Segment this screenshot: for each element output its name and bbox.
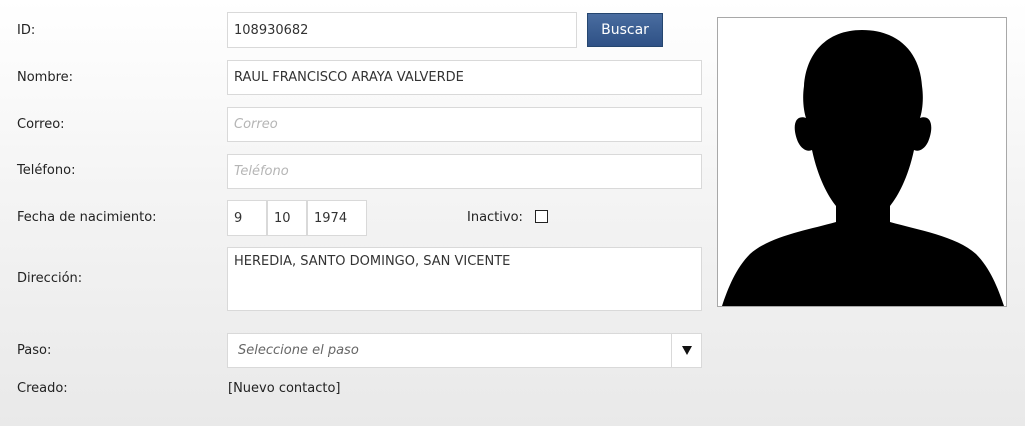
creado-value: [Nuevo contacto]	[228, 381, 341, 396]
search-button[interactable]: Buscar	[587, 13, 663, 47]
person-silhouette-icon	[722, 30, 1004, 306]
id-label: ID:	[17, 23, 36, 38]
telefono-input[interactable]	[227, 154, 702, 189]
direccion-textarea[interactable]: HEREDIA, SANTO DOMINGO, SAN VICENTE	[227, 247, 702, 311]
nombre-input[interactable]	[227, 60, 702, 95]
dropdown-arrow-icon[interactable]	[671, 334, 701, 367]
inactivo-checkbox[interactable]	[535, 210, 548, 223]
correo-label: Correo:	[17, 117, 65, 132]
id-input[interactable]	[227, 12, 577, 48]
direccion-label: Dirección:	[17, 271, 83, 286]
birth-day-input[interactable]	[227, 200, 267, 236]
creado-label: Creado:	[17, 381, 68, 396]
fecha-nacimiento-label: Fecha de nacimiento:	[17, 210, 157, 225]
nombre-label: Nombre:	[17, 70, 74, 85]
birth-year-input[interactable]	[307, 200, 367, 236]
birth-month-input[interactable]	[267, 200, 307, 236]
paso-select[interactable]: Seleccione el paso	[227, 333, 702, 368]
profile-photo[interactable]	[717, 17, 1007, 307]
inactivo-label: Inactivo:	[467, 210, 523, 225]
telefono-label: Teléfono:	[17, 163, 76, 178]
correo-input[interactable]	[227, 107, 702, 142]
paso-label: Paso:	[17, 343, 52, 358]
paso-selected-value: Seleccione el paso	[238, 343, 359, 358]
